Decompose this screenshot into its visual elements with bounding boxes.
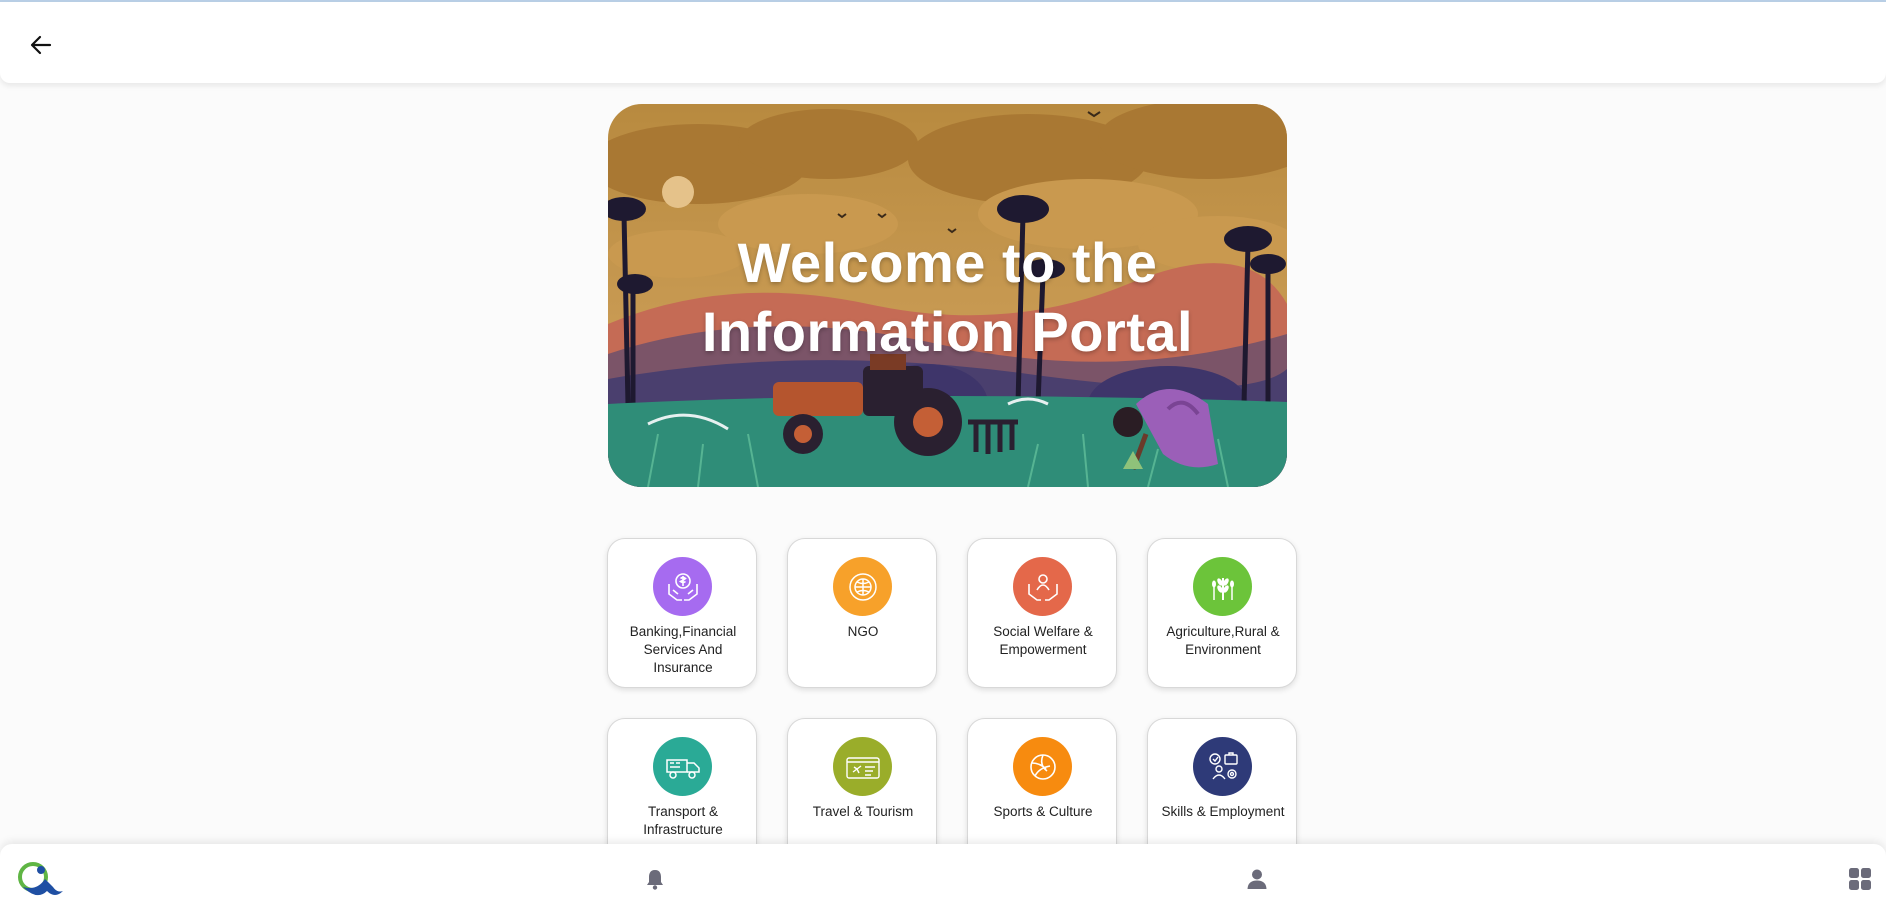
truck-icon <box>653 737 712 796</box>
category-card-ngo[interactable]: NGO <box>787 538 937 688</box>
top-header <box>0 2 1886 83</box>
boarding-pass-icon <box>833 737 892 796</box>
banner-title: Welcome to the Information Portal <box>608 228 1287 366</box>
category-label: Banking,Financial Services And Insurance <box>629 624 737 675</box>
category-label: Skills & Employment <box>1161 804 1285 819</box>
banner-title-line-2: Information Portal <box>701 300 1194 363</box>
hands-dollar-icon <box>653 557 712 616</box>
notifications-button[interactable] <box>640 864 670 894</box>
category-label: NGO <box>847 624 879 639</box>
category-grid: Banking,Financial Services And Insurance… <box>607 538 1300 868</box>
globe-seal-icon <box>833 557 892 616</box>
category-label: Transport & Infrastructure <box>643 804 723 837</box>
person-briefcase-gear-icon <box>1193 737 1252 796</box>
back-button[interactable] <box>26 32 56 58</box>
grid-icon <box>1849 868 1871 890</box>
user-icon <box>1247 869 1267 889</box>
menu-grid-button[interactable] <box>1845 864 1875 894</box>
category-card-banking[interactable]: Banking,Financial Services And Insurance <box>607 538 757 688</box>
home-logo-button[interactable] <box>14 859 66 903</box>
category-card-social-welfare[interactable]: Social Welfare & Empowerment <box>967 538 1117 688</box>
category-card-agriculture[interactable]: Agriculture,Rural & Environment <box>1147 538 1297 688</box>
arrow-left-icon <box>30 35 52 55</box>
bottom-navigation <box>0 844 1886 909</box>
category-label: Travel & Tourism <box>812 804 914 819</box>
category-label: Agriculture,Rural & Environment <box>1166 624 1280 657</box>
profile-button[interactable] <box>1242 864 1272 894</box>
volleyball-icon <box>1013 737 1072 796</box>
category-label: Social Welfare & Empowerment <box>993 624 1093 657</box>
hands-person-icon <box>1013 557 1072 616</box>
bell-icon <box>647 870 663 890</box>
banner-title-line-1: Welcome to the <box>737 231 1158 294</box>
category-label: Sports & Culture <box>993 804 1093 819</box>
app-logo-icon <box>18 862 63 896</box>
welcome-banner: Welcome to the Information Portal <box>608 104 1287 487</box>
wheat-icon <box>1193 557 1252 616</box>
